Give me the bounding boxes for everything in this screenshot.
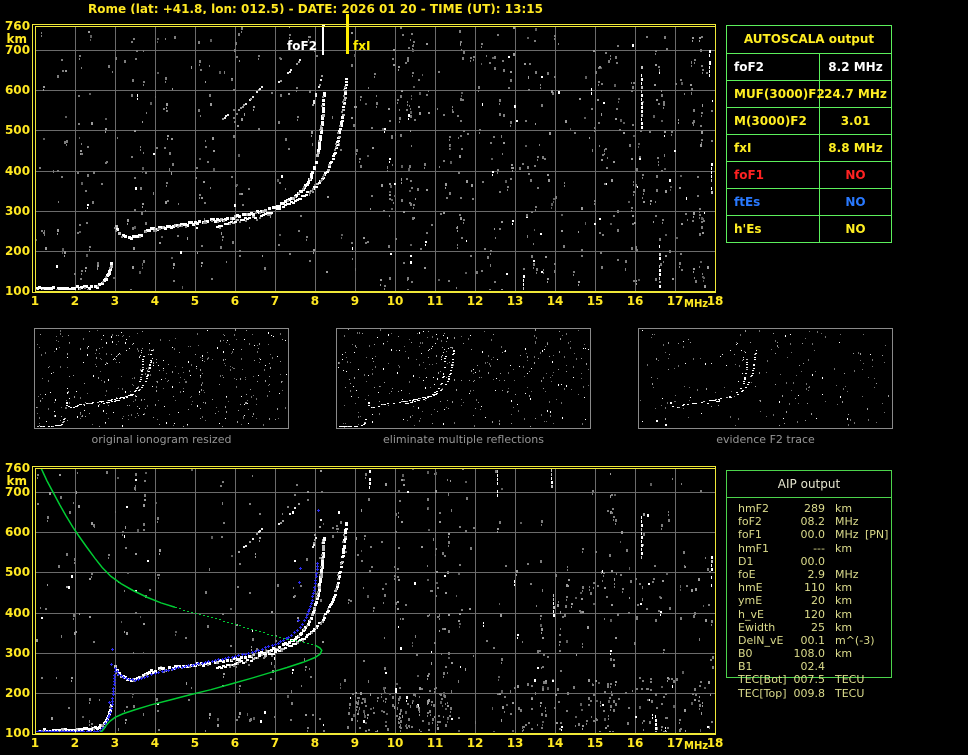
aip-row: Ewidth 25 km [727, 621, 891, 634]
aip-table-header: AIP output [727, 471, 891, 498]
aip-row: TEC[Bot]007.5 TECU [727, 673, 891, 686]
parameter-value: NO [820, 162, 891, 188]
autoscala-row: h'EsNO [727, 216, 891, 242]
aip-parameter-label: hmE [738, 581, 763, 594]
aip-parameter-value: 00.0 [783, 555, 825, 568]
parameter-label: ftEs [727, 189, 820, 215]
aip-parameter-label: ymE [738, 594, 762, 607]
aip-parameter-unit: km [835, 647, 852, 660]
aip-parameter-value: 110 [783, 581, 825, 594]
aip-parameter-value: 2.9 [783, 568, 825, 581]
aip-parameter-unit: MHz [835, 515, 859, 528]
parameter-value: 8.8 MHz [820, 135, 891, 161]
aip-row: B0 108.0 km [727, 647, 891, 660]
aip-row: hmF1 --- km [727, 542, 891, 555]
aip-parameter-label: hmF2 [738, 502, 769, 515]
aip-parameter-value: 00.1 [783, 634, 825, 647]
parameter-label: h'Es [727, 216, 820, 242]
aip-row: ymE 20 km [727, 594, 891, 607]
aip-row: foE 2.9 MHz [727, 568, 891, 581]
thumbnail-evidence-f2-trace [638, 328, 893, 429]
aip-table-body: hmF2 289 km foF2 08.2 MHz foF1 00.0 MHz [PN] hmF1 -… [727, 502, 891, 700]
aip-parameter-value: 20 [783, 594, 825, 607]
autoscala-row: foF1NO [727, 162, 891, 189]
parameter-label: foF1 [727, 162, 820, 188]
aip-parameter-unit: TECU [835, 673, 864, 686]
parameter-value: NO [820, 216, 891, 242]
parameter-value: 3.01 [820, 108, 891, 134]
aip-parameter-value: 25 [783, 621, 825, 634]
aip-parameter-label: B0 [738, 647, 753, 660]
aip-parameter-value: 007.5 [783, 673, 825, 686]
parameter-label: foF2 [727, 54, 820, 80]
aip-parameter-value: 009.8 [783, 687, 825, 700]
aip-parameter-unit: km [835, 594, 852, 607]
thumbnail-caption: original ionogram resized [34, 433, 289, 446]
aip-parameter-value: 289 [783, 502, 825, 515]
aip-parameter-label: hmF1 [738, 542, 769, 555]
autoscala-row: MUF(3000)F224.7 MHz [727, 81, 891, 108]
thumbnail-original-ionogram [34, 328, 289, 429]
aip-row: foF2 08.2 MHz [727, 515, 891, 528]
autoscala-application-window: Rome (lat: +41.8, lon: 012.5) - DATE: 20… [0, 0, 968, 755]
aip-row: hmF2 289 km [727, 502, 891, 515]
bottom-ionogram-canvas [0, 455, 730, 755]
aip-parameter-unit: km [835, 502, 852, 515]
aip-parameter-unit: km [835, 621, 852, 634]
aip-parameter-value: 02.4 [783, 660, 825, 673]
aip-row: h_vE 120 km [727, 608, 891, 621]
aip-parameter-value: 00.0 [783, 528, 825, 541]
top-ionogram-canvas [0, 14, 730, 324]
parameter-label: MUF(3000)F2 [727, 81, 820, 107]
aip-parameter-label: h_vE [738, 608, 764, 621]
aip-parameter-value: --- [783, 542, 825, 555]
thumbnail-eliminate-reflections [336, 328, 591, 429]
autoscala-table-header: AUTOSCALA output [727, 26, 891, 54]
autoscala-row: foF28.2 MHz [727, 54, 891, 81]
autoscala-row: ftEsNO [727, 189, 891, 216]
parameter-label: fxI [727, 135, 820, 161]
parameter-value: 24.7 MHz [820, 81, 891, 107]
aip-parameter-value: 108.0 [783, 647, 825, 660]
aip-output-table: AIP output hmF2 289 km foF2 08.2 MHz foF1 00.0 M… [726, 470, 892, 678]
autoscala-table-body: foF28.2 MHzMUF(3000)F224.7 MHzM(3000)F23… [727, 54, 891, 242]
aip-row: B1 02.4 [727, 660, 891, 673]
aip-parameter-unit: km [835, 581, 852, 594]
aip-row: D1 00.0 [727, 555, 891, 568]
aip-parameter-label: foF2 [738, 515, 762, 528]
aip-parameter-label: DelN_vE [738, 634, 783, 647]
aip-parameter-note: [PN] [865, 528, 888, 541]
aip-parameter-unit: TECU [835, 687, 864, 700]
aip-parameter-label: TEC[Bot] [738, 673, 787, 686]
aip-row: DelN_vE00.1 m^(-3) [727, 634, 891, 647]
aip-parameter-label: Ewidth [738, 621, 775, 634]
parameter-value: 8.2 MHz [820, 54, 891, 80]
autoscala-output-table: AUTOSCALA output foF28.2 MHzMUF(3000)F22… [726, 25, 892, 243]
aip-parameter-unit: km [835, 608, 852, 621]
aip-parameter-unit: MHz [835, 528, 859, 541]
aip-parameter-label: B1 [738, 660, 753, 673]
thumbnail-caption: evidence F2 trace [638, 433, 893, 446]
aip-parameter-label: foE [738, 568, 756, 581]
aip-parameter-value: 120 [783, 608, 825, 621]
aip-parameter-unit: MHz [835, 568, 859, 581]
aip-parameter-label: foF1 [738, 528, 762, 541]
thumbnail-caption: eliminate multiple reflections [336, 433, 591, 446]
parameter-label: M(3000)F2 [727, 108, 820, 134]
aip-parameter-value: 08.2 [783, 515, 825, 528]
aip-row: foF1 00.0 MHz [PN] [727, 528, 891, 541]
aip-parameter-unit: m^(-3) [835, 634, 874, 647]
autoscala-row: fxI8.8 MHz [727, 135, 891, 162]
parameter-value: NO [820, 189, 891, 215]
aip-parameter-unit: km [835, 542, 852, 555]
aip-parameter-label: D1 [738, 555, 753, 568]
autoscala-row: M(3000)F23.01 [727, 108, 891, 135]
aip-parameter-label: TEC[Top] [738, 687, 787, 700]
aip-row: hmE 110 km [727, 581, 891, 594]
aip-row: TEC[Top]009.8 TECU [727, 687, 891, 700]
